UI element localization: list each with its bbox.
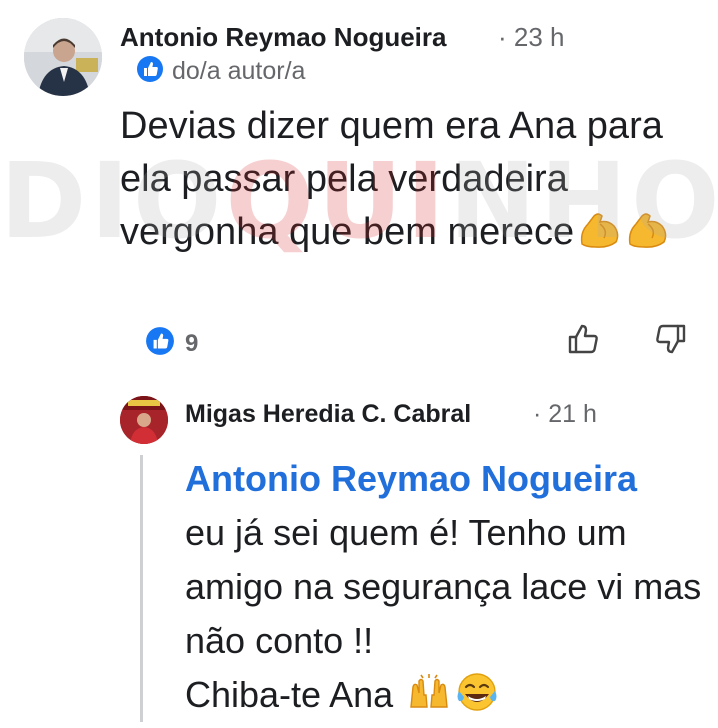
commenter-avatar[interactable] [24,18,102,96]
reply-timestamp[interactable]: · 21 h [533,400,597,429]
reply-body: eu já sei quem é! Tenho um amigo na segu… [185,512,702,661]
tears-of-joy-icon [455,671,499,728]
comment-timestamp[interactable]: · 23 h [498,22,565,53]
author-badge-icon [136,55,164,88]
comment-text: Devias dizer quem era Ana para ela passa… [120,100,700,265]
replier-name[interactable]: Migas Heredia C. Cabral [185,400,471,429]
reaction-summary[interactable]: 9 [145,326,198,361]
raising-hands-icon [407,673,451,728]
mention-link[interactable]: Antonio Reymao Nogueira [185,452,705,506]
thumbs-down-icon[interactable] [654,322,688,361]
author-badge-label: do/a autor/a [172,56,306,85]
replier-avatar[interactable] [120,396,168,444]
like-reaction-icon [145,326,175,361]
author-badge: do/a autor/a [136,55,306,88]
reply-body-line2: Chiba-te Ana [185,674,394,715]
reaction-count: 9 [185,329,199,357]
reply-thread-line [140,455,143,722]
flexed-biceps-icon [578,210,622,265]
flexed-biceps-icon [626,210,670,265]
thumbs-up-icon[interactable] [566,322,600,361]
reply-text: Antonio Reymao Nogueira eu já sei quem é… [185,452,705,728]
commenter-name[interactable]: Antonio Reymao Nogueira [120,22,446,53]
